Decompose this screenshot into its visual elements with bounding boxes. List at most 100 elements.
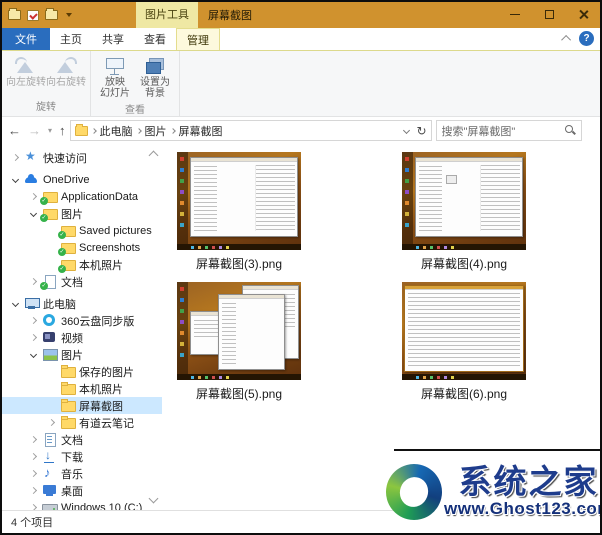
breadcrumb-screenshots[interactable]: 屏幕截图 <box>179 123 223 139</box>
cloud-drive-icon <box>42 314 57 327</box>
chevron-right-icon[interactable] <box>29 193 36 200</box>
minimize-button[interactable] <box>498 2 532 26</box>
chevron-right-icon[interactable] <box>11 154 18 161</box>
rotate-group-label: 旋转 <box>6 96 86 116</box>
tab-share[interactable]: 共享 <box>92 28 134 50</box>
minimize-icon <box>510 14 520 15</box>
file-item[interactable]: 屏幕截图(5).png <box>164 282 314 402</box>
chevron-right-icon[interactable] <box>29 317 36 324</box>
set-as-background-button[interactable]: 设置为背景 <box>135 54 175 99</box>
sidebar-item-360-cloud[interactable]: 360云盘同步版 <box>2 312 162 329</box>
sidebar-item-drive-c[interactable]: Windows 10 (C:) <box>2 499 162 510</box>
sidebar-item-onedrive[interactable]: OneDrive <box>2 171 162 188</box>
thumbnail-image <box>177 282 301 380</box>
sidebar-item-quick-access[interactable]: 快速访问 <box>2 149 162 166</box>
rotate-left-button[interactable]: 向左旋转 <box>6 54 46 96</box>
search-input[interactable]: 搜索"屏幕截图" <box>436 120 582 141</box>
video-icon <box>42 331 57 344</box>
sidebar-item-desktop[interactable]: 桌面 <box>2 482 162 499</box>
synced-folder-icon <box>42 207 57 220</box>
items-count: 4 个项目 <box>11 514 53 530</box>
file-name: 屏幕截图(6).png <box>389 385 539 402</box>
breadcrumb-this-pc[interactable]: 此电脑 <box>100 123 133 139</box>
chevron-right-icon[interactable] <box>29 278 36 285</box>
sidebar-item-onedrive-documents[interactable]: 文档 <box>2 273 162 290</box>
sidebar-item-downloads[interactable]: 下载 <box>2 448 162 465</box>
file-item[interactable]: 屏幕截图(4).png <box>389 152 539 272</box>
chevron-down-icon[interactable] <box>11 300 18 307</box>
rotate-left-icon <box>15 57 37 75</box>
chevron-right-icon[interactable] <box>29 436 36 443</box>
recent-locations-icon[interactable]: ▾ <box>48 126 52 135</box>
help-icon[interactable]: ? <box>579 31 594 46</box>
cloud-icon <box>24 173 39 186</box>
ribbon: 向左旋转 向右旋转 旋转 放映幻灯片 设置为背景 查看 <box>2 51 600 117</box>
chevron-right-icon[interactable] <box>29 453 36 460</box>
rotate-right-button[interactable]: 向右旋转 <box>46 54 86 96</box>
navigation-row: ← → ▾ ↑ 此电脑 图片 屏幕截图 ↻ 搜索"屏幕截图" <box>2 117 600 144</box>
breadcrumb-separator-icon <box>170 128 176 134</box>
sidebar-item-this-pc[interactable]: 此电脑 <box>2 295 162 312</box>
new-folder-icon[interactable] <box>45 10 58 20</box>
document-icon <box>42 433 57 446</box>
tab-file[interactable]: 文件 <box>2 28 50 50</box>
synced-folder-icon <box>60 241 75 254</box>
tab-view[interactable]: 查看 <box>134 28 176 50</box>
sidebar-item-pictures[interactable]: 图片 <box>2 346 162 363</box>
collapse-ribbon-icon[interactable] <box>561 35 571 45</box>
rotate-right-icon <box>55 57 77 75</box>
sidebar-item-camera-roll-onedrive[interactable]: 本机照片 <box>2 256 162 273</box>
sidebar-item-videos[interactable]: 视频 <box>2 329 162 346</box>
tab-home[interactable]: 主页 <box>50 28 92 50</box>
chevron-down-icon[interactable] <box>29 351 36 358</box>
star-icon <box>24 151 39 164</box>
chevron-down-icon[interactable] <box>11 176 18 183</box>
back-icon[interactable]: ← <box>8 123 21 138</box>
maximize-button[interactable] <box>532 2 566 26</box>
watermark-logo-icon <box>386 464 442 520</box>
slideshow-icon <box>105 57 125 75</box>
properties-icon[interactable] <box>27 10 39 21</box>
chevron-right-icon[interactable] <box>47 419 54 426</box>
tab-manage[interactable]: 管理 <box>176 28 220 50</box>
breadcrumb-separator-icon <box>136 128 142 134</box>
refresh-icon[interactable]: ↻ <box>416 124 426 138</box>
chevron-right-icon[interactable] <box>29 334 36 341</box>
sidebar-item-screenshots[interactable]: 屏幕截图 <box>2 397 162 414</box>
ribbon-group-rotate: 向左旋转 向右旋转 旋转 <box>2 51 91 116</box>
sidebar-item-saved-pictures[interactable]: Saved pictures <box>2 222 162 239</box>
folder-icon <box>60 399 75 412</box>
breadcrumb-pictures[interactable]: 图片 <box>145 123 167 139</box>
sidebar-item-screenshots-onedrive[interactable]: Screenshots <box>2 239 162 256</box>
sidebar-item-camera-roll[interactable]: 本机照片 <box>2 380 162 397</box>
explorer-window: 图片工具 屏幕截图 文件 主页 共享 查看 管理 ? 向左旋转 <box>0 0 602 535</box>
chevron-down-icon[interactable] <box>29 210 36 217</box>
ribbon-tab-row: 文件 主页 共享 查看 管理 ? <box>2 28 600 51</box>
quick-access-toolbar <box>2 10 72 21</box>
synced-document-icon <box>42 275 57 288</box>
file-item[interactable]: 屏幕截图(6).png <box>389 282 539 402</box>
sidebar-item-documents[interactable]: 文档 <box>2 431 162 448</box>
sidebar-item-applicationdata[interactable]: ApplicationData <box>2 188 162 205</box>
search-icon[interactable] <box>565 125 576 136</box>
maximize-icon <box>545 10 554 19</box>
ribbon-group-view: 放映幻灯片 设置为背景 查看 <box>91 51 180 116</box>
chevron-right-icon[interactable] <box>29 470 36 477</box>
thumbnail-image <box>402 282 526 380</box>
sidebar-item-youdao-notes[interactable]: 有道云笔记 <box>2 414 162 431</box>
drive-icon <box>42 501 57 510</box>
sidebar-item-music[interactable]: 音乐 <box>2 465 162 482</box>
slideshow-button[interactable]: 放映幻灯片 <box>95 54 135 99</box>
folder-icon <box>60 365 75 378</box>
customize-toolbar-icon[interactable] <box>66 13 72 17</box>
music-icon <box>42 467 57 480</box>
address-bar[interactable]: 此电脑 图片 屏幕截图 ↻ <box>70 120 432 141</box>
address-dropdown-icon[interactable] <box>403 127 410 134</box>
forward-icon[interactable]: → <box>28 123 41 138</box>
chevron-right-icon[interactable] <box>29 487 36 494</box>
sidebar-item-onedrive-pictures[interactable]: 图片 <box>2 205 162 222</box>
close-button[interactable] <box>566 2 600 26</box>
up-icon[interactable]: ↑ <box>59 123 66 138</box>
file-item[interactable]: 屏幕截图(3).png <box>164 152 314 272</box>
sidebar-item-saved-images[interactable]: 保存的图片 <box>2 363 162 380</box>
